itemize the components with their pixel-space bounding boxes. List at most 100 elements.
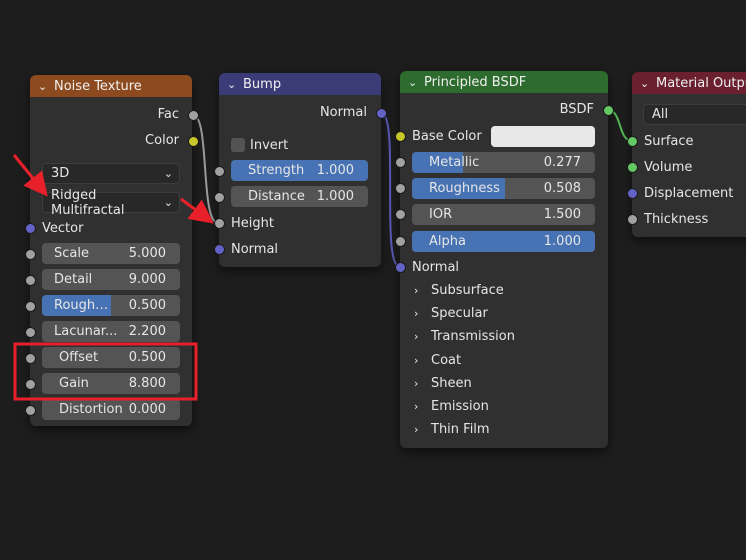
panel-thin-film[interactable]: › Thin Film — [414, 418, 490, 440]
field-label: Metallic — [429, 155, 480, 170]
base-color-socket[interactable] — [395, 131, 406, 142]
field-label: Strength — [248, 163, 305, 178]
panel-label: Subsurface — [431, 282, 504, 298]
panel-label: Sheen — [431, 375, 472, 391]
scale-field[interactable]: Scale 5.000 — [42, 243, 180, 264]
detail-field[interactable]: Detail 9.000 — [42, 269, 180, 290]
surface-socket[interactable] — [627, 136, 638, 147]
roughness-socket[interactable] — [25, 301, 36, 312]
panel-label: Specular — [431, 305, 488, 321]
field-value: 5.000 — [128, 246, 166, 261]
offset-field[interactable]: Offset 0.500 — [42, 347, 180, 368]
chevron-right-icon: › — [414, 422, 419, 436]
field-label: IOR — [429, 207, 453, 222]
chevron-down-icon[interactable]: ⌄ — [227, 78, 237, 91]
node-title: Bump — [243, 76, 282, 92]
panel-subsurface[interactable]: › Subsurface — [414, 279, 504, 301]
roughness-field[interactable]: Roughn... 0.500 — [42, 295, 180, 316]
chevron-right-icon: › — [414, 306, 419, 320]
noise-texture-header[interactable]: ⌄ Noise Texture — [30, 75, 192, 97]
ior-socket[interactable] — [395, 209, 406, 220]
lacunarity-field[interactable]: Lacunar... 2.200 — [42, 321, 180, 342]
strength-field[interactable]: Strength 1.000 — [231, 160, 368, 181]
field-value: 9.000 — [128, 272, 166, 287]
vector-socket[interactable] — [25, 223, 36, 234]
bsdf-output-socket[interactable] — [603, 105, 614, 116]
node-title: Material Output — [656, 75, 746, 91]
scale-socket[interactable] — [25, 249, 36, 260]
gain-field[interactable]: Gain 8.800 — [42, 373, 180, 394]
noise-type-value: Ridged Multifractal — [51, 187, 125, 218]
surface-label: Surface — [644, 133, 694, 149]
alpha-socket[interactable] — [395, 236, 406, 247]
panel-label: Emission — [431, 398, 489, 414]
distance-socket[interactable] — [214, 192, 225, 203]
chevron-right-icon: › — [414, 353, 419, 367]
field-value: 1.500 — [543, 207, 581, 222]
invert-label: Invert — [250, 137, 289, 153]
alpha-field[interactable]: Alpha 1.000 — [412, 231, 595, 252]
gain-socket[interactable] — [25, 379, 36, 390]
height-label: Height — [231, 215, 274, 231]
target-dropdown[interactable]: All — [643, 104, 746, 125]
ior-field[interactable]: IOR 1.500 — [412, 204, 595, 225]
base-color-label: Base Color — [412, 128, 482, 144]
distance-field[interactable]: Distance 1.000 — [231, 186, 368, 207]
vector-label: Vector — [42, 220, 84, 236]
panel-transmission[interactable]: › Transmission — [414, 325, 515, 347]
field-label: Distortion — [59, 402, 123, 417]
bump-header[interactable]: ⌄ Bump — [219, 73, 381, 95]
chevron-down-icon[interactable]: ⌄ — [408, 76, 418, 89]
detail-socket[interactable] — [25, 275, 36, 286]
chevron-down-icon[interactable]: ⌄ — [38, 80, 48, 93]
color-socket[interactable] — [188, 136, 199, 147]
thickness-socket[interactable] — [627, 214, 638, 225]
height-socket[interactable] — [214, 218, 225, 229]
metallic-field[interactable]: Metallic 0.277 — [412, 152, 595, 173]
normal-bsdf-socket[interactable] — [395, 262, 406, 273]
field-label: Roughn... — [54, 298, 112, 313]
normal-bsdf-label: Normal — [412, 259, 460, 275]
field-value: 1.000 — [316, 163, 354, 178]
field-label: Alpha — [429, 234, 466, 249]
normal-output-socket[interactable] — [376, 108, 387, 119]
panel-coat[interactable]: › Coat — [414, 349, 461, 371]
field-value: 2.200 — [128, 324, 166, 339]
field-value: 0.500 — [128, 298, 166, 313]
distortion-field[interactable]: Distortion 0.000 — [42, 399, 180, 420]
panel-sheen[interactable]: › Sheen — [414, 372, 472, 394]
strength-socket[interactable] — [214, 166, 225, 177]
offset-socket[interactable] — [25, 353, 36, 364]
field-value: 1.000 — [543, 234, 581, 249]
principled-bsdf-header[interactable]: ⌄ Principled BSDF — [400, 71, 608, 93]
normal-input-socket[interactable] — [214, 244, 225, 255]
chevron-right-icon: › — [414, 283, 419, 297]
field-label: Roughness — [429, 181, 500, 196]
chevron-right-icon: › — [414, 329, 419, 343]
roughness-bsdf-field[interactable]: Roughness 0.508 — [412, 178, 595, 199]
lacunarity-socket[interactable] — [25, 327, 36, 338]
material-output-header[interactable]: ⌄ Material Output — [632, 72, 746, 94]
fac-socket[interactable] — [188, 110, 199, 121]
dimension-dropdown[interactable]: 3D ⌄ — [42, 163, 180, 184]
displacement-socket[interactable] — [627, 188, 638, 199]
field-value: 8.800 — [128, 376, 166, 391]
field-label: Scale — [54, 246, 89, 261]
field-label: Gain — [59, 376, 89, 391]
panel-specular[interactable]: › Specular — [414, 302, 488, 324]
volume-socket[interactable] — [627, 162, 638, 173]
base-color-swatch[interactable] — [491, 126, 595, 147]
dimension-value: 3D — [51, 166, 70, 181]
field-label: Distance — [248, 189, 305, 204]
distortion-socket[interactable] — [25, 405, 36, 416]
target-value: All — [652, 107, 669, 122]
panel-emission[interactable]: › Emission — [414, 395, 489, 417]
noise-type-dropdown[interactable]: Ridged Multifractal ⌄ — [42, 188, 180, 218]
metallic-socket[interactable] — [395, 157, 406, 168]
chevron-down-icon[interactable]: ⌄ — [640, 77, 650, 90]
field-label: Detail — [54, 272, 93, 287]
node-title: Noise Texture — [54, 78, 142, 94]
field-value: 1.000 — [316, 189, 354, 204]
roughness-bsdf-socket[interactable] — [395, 183, 406, 194]
invert-checkbox[interactable] — [231, 138, 245, 152]
